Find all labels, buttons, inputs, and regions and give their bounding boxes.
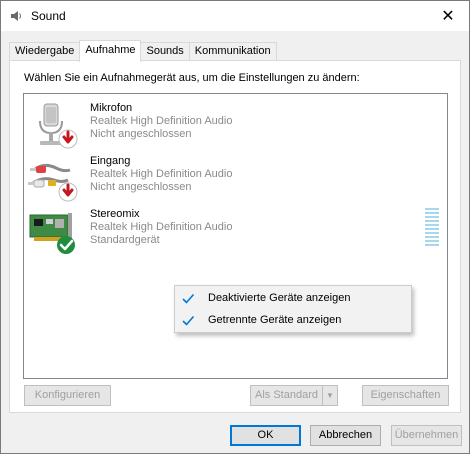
device-name: Mikrofon (90, 102, 133, 114)
device-status: Nicht angeschlossen (90, 128, 192, 140)
tab-kommunikation[interactable]: Kommunikation (188, 42, 277, 61)
device-driver: Realtek High Definition Audio (90, 221, 233, 233)
device-driver: Realtek High Definition Audio (90, 115, 233, 127)
configure-button[interactable]: Konfigurieren (24, 385, 111, 406)
cancel-button[interactable]: Abbrechen (310, 425, 381, 446)
level-meter (425, 208, 439, 246)
dropdown-arrow-icon[interactable]: ▼ (322, 386, 337, 405)
menu-item-show-disabled[interactable]: Deaktivierte Geräte anzeigen (177, 288, 409, 309)
recording-panel: Wählen Sie ein Aufnahmegerät aus, um die… (9, 60, 461, 413)
device-list[interactable]: Mikrofon Realtek High Definition Audio N… (23, 93, 448, 379)
instruction-text: Wählen Sie ein Aufnahmegerät aus, um die… (24, 72, 360, 84)
close-icon: ✕ (441, 8, 455, 25)
tab-strip: Wiedergabe Aufnahme Sounds Kommunikation (9, 40, 277, 62)
speaker-icon (11, 11, 21, 21)
apply-button[interactable]: Übernehmen (391, 425, 462, 446)
close-button[interactable]: ✕ (427, 1, 469, 31)
set-default-button[interactable]: Als Standard ▼ (250, 385, 338, 406)
menu-item-label: Deaktivierte Geräte anzeigen (208, 292, 351, 304)
device-driver: Realtek High Definition Audio (90, 168, 233, 180)
default-check-badge-icon (57, 236, 75, 254)
sound-dialog: Sound ✕ Wiedergabe Aufnahme Sounds Kommu… (0, 0, 470, 454)
set-default-label: Als Standard (255, 389, 318, 401)
device-name: Stereomix (90, 208, 140, 220)
menu-item-label: Getrennte Geräte anzeigen (208, 314, 342, 326)
window-title: Sound (31, 9, 66, 23)
menu-item-show-disconnected[interactable]: Getrennte Geräte anzeigen (177, 310, 409, 331)
title-bar: Sound ✕ (1, 1, 469, 31)
sound-card-icon (29, 213, 75, 254)
tab-aufnahme[interactable]: Aufnahme (79, 40, 142, 62)
ok-button[interactable]: OK (230, 425, 301, 446)
checkmark-icon (182, 293, 195, 304)
device-status: Nicht angeschlossen (90, 181, 192, 193)
properties-button[interactable]: Eigenschaften (362, 385, 449, 406)
device-item-stereomix[interactable]: Stereomix Realtek High Definition Audio … (28, 207, 428, 257)
context-menu: Deaktivierte Geräte anzeigen Getrennte G… (174, 285, 412, 333)
tab-wiedergabe[interactable]: Wiedergabe (9, 42, 81, 61)
microphone-icon (39, 103, 78, 149)
disconnected-badge-icon (58, 182, 78, 202)
checkmark-icon (182, 315, 195, 326)
line-in-cable-icon (28, 163, 78, 202)
device-status: Standardgerät (90, 234, 160, 246)
disconnected-badge-icon (58, 129, 78, 149)
tab-sounds[interactable]: Sounds (140, 42, 190, 61)
device-item-mikrofon[interactable]: Mikrofon Realtek High Definition Audio N… (28, 101, 428, 151)
device-name: Eingang (90, 155, 131, 167)
device-item-eingang[interactable]: Eingang Realtek High Definition Audio Ni… (28, 154, 428, 204)
